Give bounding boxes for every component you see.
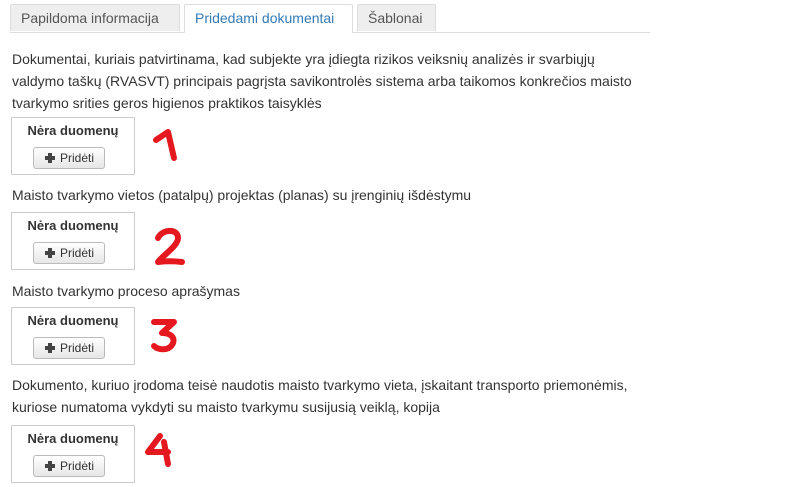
add-button-label: Pridėti — [60, 151, 95, 165]
add-button-label: Pridėti — [60, 246, 95, 260]
section-2-empty-box: Nėra duomenų Pridėti — [11, 212, 135, 270]
annotation-number-3 — [151, 319, 177, 353]
tab-pridedami-dokumentai[interactable]: Pridedami dokumentai — [184, 4, 353, 33]
no-data-label: Nėra duomenų — [27, 218, 119, 233]
section-4-empty-box: Nėra duomenų Pridėti — [11, 425, 135, 483]
plus-icon — [45, 248, 55, 258]
plus-icon — [45, 153, 55, 163]
section-3-description: Maisto tvarkymo proceso aprašymas — [12, 283, 240, 299]
add-document-button-1[interactable]: Pridėti — [33, 147, 105, 169]
no-data-label: Nėra duomenų — [27, 123, 119, 138]
annotation-number-4 — [145, 433, 171, 467]
section-4-description: Dokumento, kuriuo įrodoma teisė naudotis… — [12, 377, 628, 415]
plus-icon — [45, 343, 55, 353]
section-3-empty-box: Nėra duomenų Pridėti — [11, 307, 135, 365]
add-document-button-2[interactable]: Pridėti — [33, 242, 105, 264]
annotation-number-2 — [155, 227, 185, 265]
add-button-label: Pridėti — [60, 459, 95, 473]
add-document-button-4[interactable]: Pridėti — [33, 455, 105, 477]
tab-sablonai[interactable]: Šablonai — [357, 4, 436, 31]
section-1-empty-box: Nėra duomenų Pridėti — [11, 117, 135, 175]
annotation-number-1 — [153, 129, 177, 161]
no-data-label: Nėra duomenų — [27, 313, 119, 328]
add-document-button-3[interactable]: Pridėti — [33, 337, 105, 359]
section-2-description: Maisto tvarkymo vietos (patalpų) projekt… — [12, 187, 472, 203]
add-button-label: Pridėti — [60, 341, 95, 355]
no-data-label: Nėra duomenų — [27, 431, 119, 446]
tab-bar: Papildoma informacija Pridedami dokument… — [10, 4, 650, 33]
plus-icon — [45, 461, 55, 471]
tab-papildoma-informacija[interactable]: Papildoma informacija — [10, 4, 180, 31]
section-1-description: Dokumentai, kuriais patvirtinama, kad su… — [12, 51, 632, 111]
